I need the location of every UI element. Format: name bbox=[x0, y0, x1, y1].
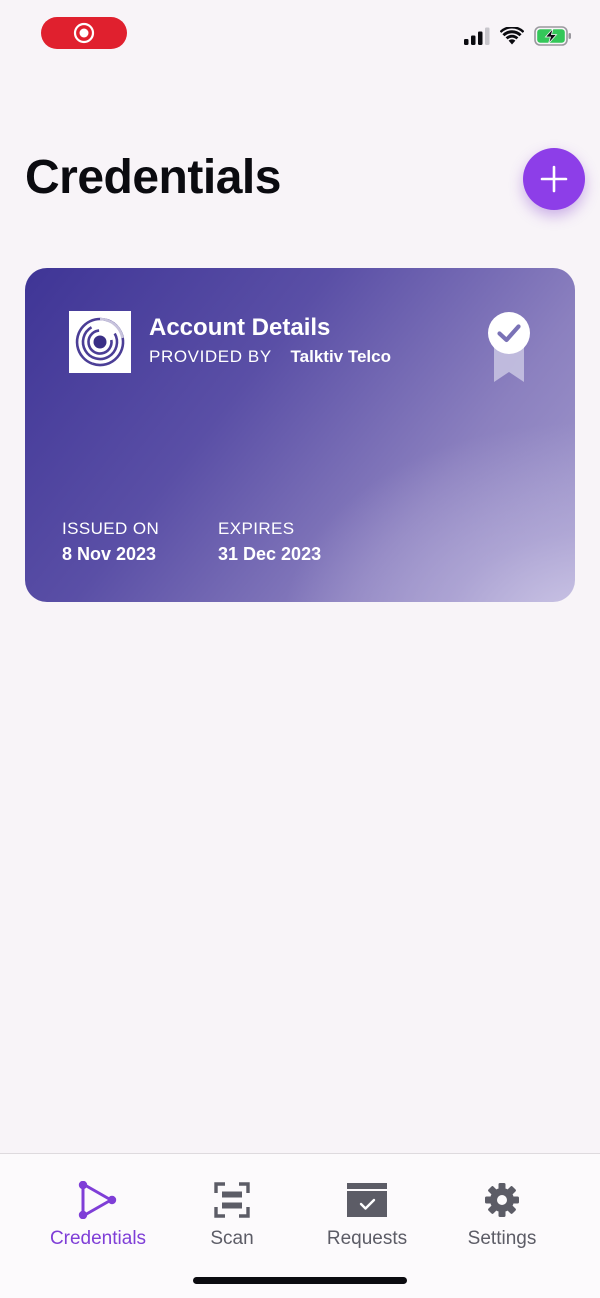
credential-card[interactable]: Account Details PROVIDED BY Talktiv Telc… bbox=[25, 268, 575, 602]
wifi-icon bbox=[500, 27, 524, 45]
issued-date-block: ISSUED ON 8 Nov 2023 bbox=[62, 519, 159, 565]
tab-requests[interactable]: Requests bbox=[292, 1154, 442, 1258]
expiry-date: 31 Dec 2023 bbox=[218, 544, 322, 564]
credentials-icon bbox=[78, 1181, 118, 1219]
requests-icon bbox=[346, 1181, 388, 1219]
tab-credentials[interactable]: Credentials bbox=[23, 1154, 173, 1258]
tab-settings[interactable]: Settings bbox=[427, 1154, 577, 1258]
scan-icon bbox=[214, 1181, 250, 1219]
issued-date: 8 Nov 2023 bbox=[62, 544, 157, 564]
expiry-date-block: EXPIRES 31 Dec 2023 bbox=[218, 519, 321, 565]
cellular-signal-icon bbox=[464, 27, 490, 45]
credential-title: Account Details bbox=[149, 314, 331, 341]
battery-charging-icon bbox=[534, 26, 571, 46]
provided-by-label: PROVIDED BY bbox=[149, 347, 272, 366]
issued-label: ISSUED ON bbox=[62, 519, 160, 538]
screen-record-icon bbox=[73, 22, 95, 44]
provider-row: PROVIDED BY Talktiv Telco bbox=[149, 347, 391, 367]
verified-ribbon-icon bbox=[488, 312, 530, 382]
add-credential-button[interactable] bbox=[523, 148, 585, 210]
gear-icon bbox=[484, 1181, 520, 1219]
tab-scan-label: Scan bbox=[210, 1228, 254, 1249]
status-bar bbox=[0, 0, 600, 70]
plus-icon bbox=[540, 165, 568, 193]
status-icons bbox=[464, 26, 572, 46]
tab-settings-label: Settings bbox=[467, 1228, 537, 1249]
expires-label: EXPIRES bbox=[218, 519, 295, 538]
home-indicator[interactable] bbox=[193, 1277, 407, 1284]
tab-scan[interactable]: Scan bbox=[157, 1154, 307, 1258]
screen-record-indicator[interactable] bbox=[41, 17, 127, 49]
issuer-logo bbox=[69, 311, 131, 373]
page-title: Credentials bbox=[25, 151, 281, 204]
concentric-circles-logo bbox=[75, 317, 125, 367]
tab-credentials-label: Credentials bbox=[49, 1228, 147, 1249]
tab-requests-label: Requests bbox=[326, 1228, 408, 1249]
provider-name: Talktiv Telco bbox=[290, 347, 391, 366]
